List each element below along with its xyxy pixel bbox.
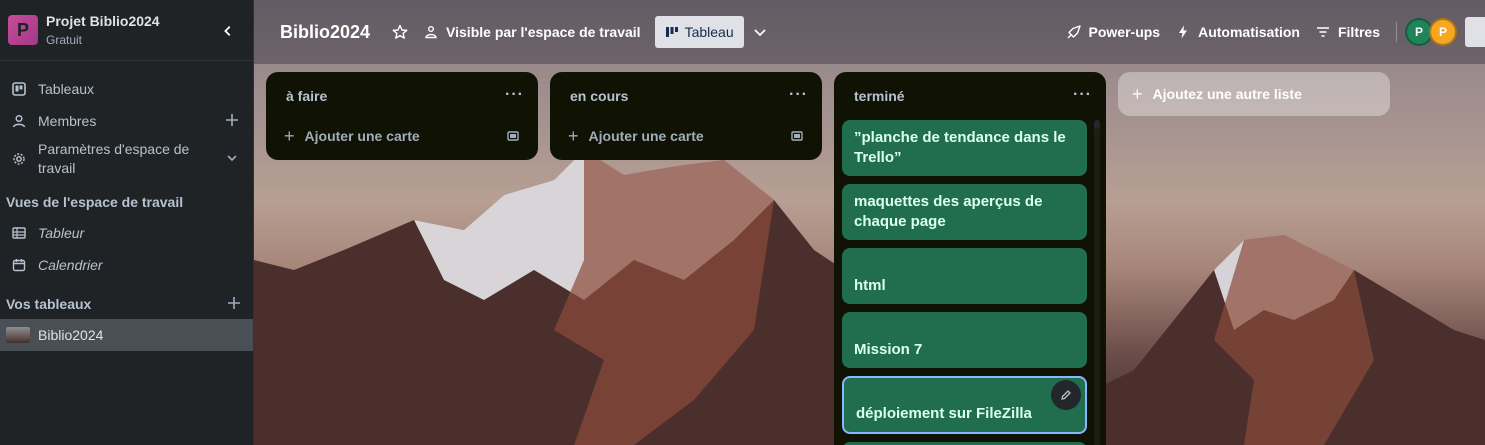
- sidebar-view-tableur[interactable]: Tableur: [0, 217, 253, 249]
- chevron-left-icon: [224, 26, 231, 36]
- list-scrollbar[interactable]: [1094, 120, 1100, 445]
- workspace-header: P Projet Biblio2024 Gratuit: [0, 0, 253, 61]
- plus-icon: +: [568, 125, 579, 146]
- list-header[interactable]: à faire ···: [266, 72, 538, 120]
- workspace-logo: P: [8, 15, 38, 45]
- list-header[interactable]: terminé ···: [834, 72, 1106, 120]
- star-icon: [392, 24, 408, 39]
- boards-section-title: Vos tableaux: [0, 289, 253, 319]
- automation-button[interactable]: Automatisation: [1168, 16, 1308, 48]
- add-member-plus-icon[interactable]: [225, 113, 241, 129]
- add-list-button[interactable]: + Ajoutez une autre liste: [1118, 72, 1390, 116]
- sidebar-item-parametres[interactable]: Paramètres d'espace de travail: [0, 137, 253, 181]
- card[interactable]: maquettes des aperçus de chaque page: [842, 184, 1087, 240]
- view-label: Tableau: [684, 24, 734, 40]
- board-canvas: Biblio2024 Visible par l'espace de trava…: [254, 0, 1485, 445]
- add-card-button[interactable]: + Ajouter une carte: [266, 120, 538, 152]
- list-title[interactable]: à faire: [286, 88, 327, 104]
- more-icon[interactable]: ···: [505, 86, 524, 104]
- rocket-icon: [1067, 25, 1081, 39]
- list-header[interactable]: en cours ···: [550, 72, 822, 120]
- visibility-label: Visible par l'espace de travail: [446, 24, 641, 40]
- card-focused[interactable]: déploiement sur FileZilla: [842, 376, 1087, 434]
- list-title[interactable]: en cours: [570, 88, 628, 104]
- plus-icon: +: [1132, 83, 1143, 104]
- board-header: Biblio2024 Visible par l'espace de trava…: [254, 0, 1485, 64]
- plus-icon: +: [284, 125, 295, 146]
- share-button[interactable]: [1465, 17, 1485, 47]
- list-title[interactable]: terminé: [854, 88, 905, 104]
- list-termine: terminé ··· ”planche de tendance dans le…: [834, 72, 1106, 445]
- sidebar-item-tableaux[interactable]: Tableaux: [0, 73, 253, 105]
- add-card-label: Ajouter une carte: [304, 128, 420, 144]
- add-card-button[interactable]: + Ajouter une carte: [550, 120, 822, 152]
- card-text: déploiement sur FileZilla: [856, 405, 1032, 422]
- board-title[interactable]: Biblio2024: [266, 22, 384, 43]
- card[interactable]: ”planche de tendance dans le Trello”: [842, 120, 1087, 176]
- filters-button[interactable]: Filtres: [1308, 16, 1388, 48]
- board-thumbnail: [6, 327, 30, 343]
- collapse-sidebar-button[interactable]: [217, 20, 239, 42]
- card-template-icon[interactable]: [790, 129, 804, 143]
- calendar-icon: [12, 258, 26, 272]
- sidebar-item-label: Membres: [38, 113, 97, 129]
- views-section-title: Vues de l'espace de travail: [6, 194, 184, 210]
- card[interactable]: Mission 7: [842, 312, 1087, 368]
- table-icon: [12, 226, 26, 240]
- filter-icon: [1316, 27, 1329, 37]
- list-a-faire: à faire ··· + Ajouter une carte: [266, 72, 538, 160]
- workspace-name: Projet Biblio2024: [46, 13, 160, 29]
- chevron-down-icon[interactable]: [225, 151, 241, 167]
- sidebar-item-label: Tableaux: [38, 81, 95, 97]
- gear-icon: [12, 152, 26, 166]
- workspace-plan: Gratuit: [46, 33, 83, 47]
- sidebar-item-label: Tableur: [38, 225, 85, 241]
- scrollbar-thumb[interactable]: [1094, 128, 1100, 445]
- sidebar-item-membres[interactable]: Membres: [0, 105, 253, 137]
- sidebar-item-label: Calendrier: [38, 257, 103, 273]
- sidebar: P Projet Biblio2024 Gratuit Tableaux Mem…: [0, 0, 254, 445]
- sidebar-board-biblio2024[interactable]: Biblio2024: [0, 319, 253, 351]
- filters-label: Filtres: [1337, 24, 1380, 40]
- person-icon: [12, 114, 26, 128]
- more-icon[interactable]: ···: [1073, 86, 1092, 104]
- powerups-button[interactable]: Power-ups: [1059, 16, 1169, 48]
- lightning-icon: [1179, 25, 1188, 39]
- board-view-icon: [665, 27, 678, 37]
- card-template-icon[interactable]: [506, 129, 520, 143]
- chevron-down-icon: [753, 29, 766, 37]
- visibility-button[interactable]: Visible par l'espace de travail: [416, 16, 649, 48]
- star-button[interactable]: [384, 16, 416, 48]
- list-en-cours: en cours ··· + Ajouter une carte: [550, 72, 822, 160]
- pencil-icon: [1061, 390, 1071, 400]
- board-icon: [12, 82, 26, 96]
- powerups-label: Power-ups: [1088, 24, 1161, 40]
- add-board-plus-icon[interactable]: [227, 296, 241, 313]
- edit-card-button[interactable]: [1051, 380, 1081, 410]
- card[interactable]: html: [842, 248, 1087, 304]
- add-card-label: Ajouter une carte: [588, 128, 704, 144]
- view-switch-tableau[interactable]: Tableau: [654, 16, 744, 48]
- sidebar-view-calendrier[interactable]: Calendrier: [0, 249, 253, 281]
- view-dropdown-button[interactable]: [744, 16, 776, 48]
- boards-section-label: Vos tableaux: [6, 296, 92, 312]
- sidebar-board-label: Biblio2024: [38, 327, 104, 343]
- more-icon[interactable]: ···: [789, 86, 808, 104]
- member-avatar[interactable]: P: [1429, 18, 1457, 46]
- people-icon: [425, 26, 437, 39]
- add-list-label: Ajoutez une autre liste: [1152, 86, 1302, 102]
- automation-label: Automatisation: [1198, 24, 1300, 40]
- sidebar-item-label: Paramètres d'espace de travail: [38, 141, 190, 176]
